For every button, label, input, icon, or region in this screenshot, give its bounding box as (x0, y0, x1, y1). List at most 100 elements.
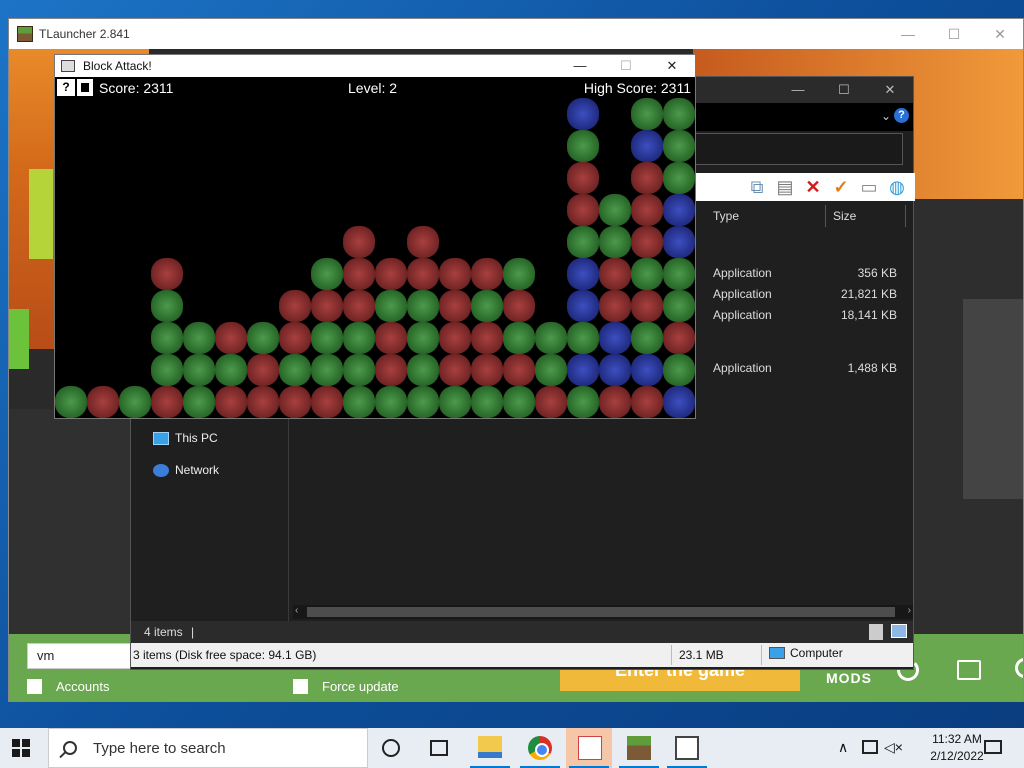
ribbon-expand-chevron-icon[interactable]: ⌄ (881, 109, 891, 123)
game-block[interactable] (471, 386, 503, 418)
network-tray-icon[interactable] (862, 740, 878, 754)
scroll-left-arrow-icon[interactable]: ‹ (295, 605, 298, 616)
explorer-maximize-button[interactable]: ☐ (821, 77, 867, 103)
game-block[interactable] (535, 354, 567, 386)
start-button[interactable] (12, 739, 30, 757)
game-block[interactable] (407, 322, 439, 354)
game-block[interactable] (567, 322, 599, 354)
game-block[interactable] (663, 354, 695, 386)
explorer-help-icon[interactable]: ? (894, 108, 909, 123)
game-block[interactable] (375, 386, 407, 418)
copy-icon[interactable]: ⧉ (743, 177, 771, 198)
file-row[interactable]: Application 356 KB (713, 263, 903, 283)
game-block[interactable] (599, 258, 631, 290)
game-block[interactable] (311, 386, 343, 418)
game-block[interactable] (631, 194, 663, 226)
game-block[interactable] (439, 258, 471, 290)
block-attack-maximize-button[interactable]: ☐ (603, 55, 649, 77)
game-block[interactable] (151, 386, 183, 418)
game-block[interactable] (471, 258, 503, 290)
game-block[interactable] (279, 290, 311, 322)
column-divider[interactable] (905, 205, 906, 227)
scrollbar-thumb[interactable] (307, 607, 895, 617)
column-header-size[interactable]: Size (833, 209, 856, 223)
taskbar-search-box[interactable]: Type here to search (48, 728, 368, 768)
game-block[interactable] (567, 290, 599, 322)
task-view-icon[interactable] (430, 740, 448, 756)
game-block[interactable] (343, 322, 375, 354)
game-block[interactable] (631, 386, 663, 418)
file-explorer-taskbar-icon[interactable] (478, 736, 502, 758)
game-block[interactable] (663, 162, 695, 194)
check-icon[interactable]: ✓ (827, 177, 855, 198)
cortana-icon[interactable] (382, 739, 400, 757)
game-block[interactable] (599, 354, 631, 386)
mods-logo[interactable]: MODS (826, 670, 872, 686)
game-block[interactable] (567, 386, 599, 418)
game-block[interactable] (151, 258, 183, 290)
game-block[interactable] (279, 354, 311, 386)
game-block[interactable] (567, 226, 599, 258)
column-divider[interactable] (825, 205, 826, 227)
game-block[interactable] (247, 386, 279, 418)
game-block[interactable] (663, 130, 695, 162)
block-attack-close-button[interactable]: ✕ (649, 55, 695, 77)
game-help-button[interactable]: ? (57, 79, 75, 96)
delete-icon[interactable]: ✕ (799, 177, 827, 198)
game-block[interactable] (247, 354, 279, 386)
game-block[interactable] (439, 322, 471, 354)
game-block[interactable] (471, 290, 503, 322)
block-attack-taskbar-icon[interactable] (675, 736, 699, 760)
game-block[interactable] (503, 354, 535, 386)
minecraft-taskbar-icon[interactable] (627, 736, 651, 760)
checkbox-box[interactable] (293, 679, 308, 694)
scroll-right-arrow-icon[interactable]: › (908, 605, 911, 616)
horizontal-scrollbar[interactable]: ‹ › (293, 605, 913, 619)
globe-icon[interactable]: ◍ (883, 177, 911, 198)
game-block[interactable] (631, 162, 663, 194)
game-block[interactable] (663, 258, 695, 290)
game-block[interactable] (375, 290, 407, 322)
game-block[interactable] (375, 258, 407, 290)
game-block[interactable] (343, 290, 375, 322)
game-block[interactable] (87, 386, 119, 418)
game-block[interactable] (343, 226, 375, 258)
block-attack-minimize-button[interactable]: — (557, 55, 603, 77)
game-block[interactable] (151, 322, 183, 354)
game-block[interactable] (663, 98, 695, 130)
game-stop-button[interactable] (77, 79, 93, 96)
game-block[interactable] (311, 258, 343, 290)
file-row[interactable]: Application 21,821 KB (713, 284, 903, 304)
game-block[interactable] (151, 354, 183, 386)
force-update-checkbox[interactable]: Force update (293, 679, 399, 694)
tlauncher-minimize-button[interactable]: — (885, 19, 931, 49)
rename-icon[interactable]: ▭ (855, 177, 883, 198)
chrome-taskbar-icon[interactable] (528, 736, 552, 760)
tlauncher-maximize-button[interactable]: ☐ (931, 19, 977, 49)
game-block[interactable] (567, 98, 599, 130)
game-block[interactable] (567, 194, 599, 226)
game-block[interactable] (567, 130, 599, 162)
game-block[interactable] (599, 226, 631, 258)
game-block[interactable] (599, 194, 631, 226)
game-block[interactable] (183, 386, 215, 418)
game-block[interactable] (375, 322, 407, 354)
game-block[interactable] (663, 322, 695, 354)
game-block[interactable] (183, 322, 215, 354)
game-block[interactable] (343, 258, 375, 290)
game-block[interactable] (407, 226, 439, 258)
game-block[interactable] (215, 322, 247, 354)
game-block[interactable] (55, 386, 87, 418)
game-block[interactable] (631, 258, 663, 290)
game-block[interactable] (215, 354, 247, 386)
nav-item-network[interactable]: Network (153, 463, 219, 477)
game-block[interactable] (631, 226, 663, 258)
game-block[interactable] (567, 162, 599, 194)
game-block[interactable] (119, 386, 151, 418)
column-header-type[interactable]: Type (713, 209, 739, 223)
game-block[interactable] (631, 322, 663, 354)
checkbox-box[interactable] (27, 679, 42, 694)
java-taskbar-icon[interactable] (578, 736, 602, 760)
paste-icon[interactable]: ▤ (771, 177, 799, 198)
game-block[interactable] (279, 322, 311, 354)
